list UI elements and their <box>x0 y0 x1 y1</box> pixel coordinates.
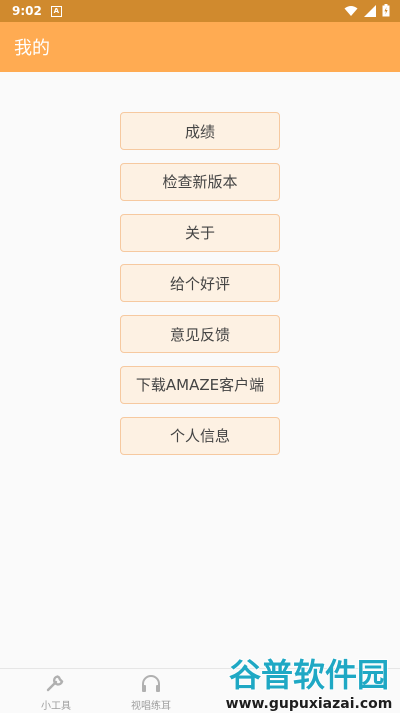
wifi-icon <box>344 5 358 16</box>
nav-item-tools[interactable]: 小工具 <box>16 673 96 712</box>
watermark-url: www.gupuxiazai.com <box>226 696 393 712</box>
nav-item-ear-training[interactable]: 视唱练耳 <box>111 673 191 712</box>
status-icons <box>344 4 390 17</box>
signal-icon <box>364 4 376 17</box>
scores-button[interactable]: 成绩 <box>120 112 280 150</box>
watermark-logo: 谷普软件园 www.gupuxiazai.com <box>225 655 393 712</box>
headphones-icon <box>142 675 160 692</box>
download-client-button[interactable]: 下载AMAZE客户端 <box>120 365 280 404</box>
wrench-icon <box>46 675 64 692</box>
nav-label-tools: 小工具 <box>41 701 71 712</box>
check-update-button[interactable]: 检查新版本 <box>120 162 280 201</box>
about-button[interactable]: 关于 <box>120 213 280 252</box>
battery-icon <box>382 4 390 17</box>
app-bar: 我的 <box>0 22 400 72</box>
feedback-button[interactable]: 意见反馈 <box>120 315 280 354</box>
personal-info-button[interactable]: 个人信息 <box>120 416 280 455</box>
notification-icon: A <box>50 5 62 17</box>
status-bar: 9:02 A <box>0 0 400 22</box>
rate-button[interactable]: 给个好评 <box>120 264 280 303</box>
nav-label-ear-training: 视唱练耳 <box>131 701 171 712</box>
page-title: 我的 <box>14 38 50 59</box>
watermark-title: 谷普软件园 <box>229 656 389 694</box>
menu-list: 成绩 检查新版本 关于 给个好评 意见反馈 下载AMAZE客户端 个人信息 <box>120 112 280 468</box>
status-time: 9:02 <box>12 4 42 18</box>
